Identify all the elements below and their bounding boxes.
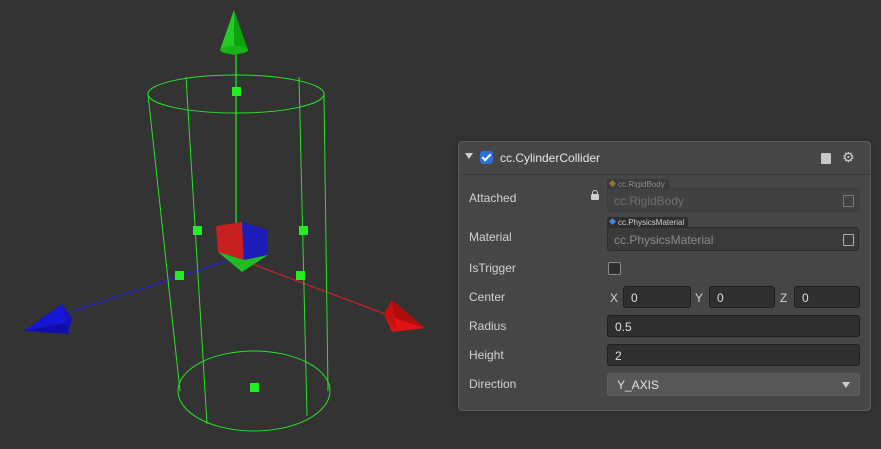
- z-axis-arrow-icon[interactable]: [24, 304, 72, 334]
- attached-label: Attached: [469, 191, 517, 205]
- component-inspector-panel: cc.CylinderCollider ⚙ Attached cc.RigidB…: [458, 141, 871, 411]
- is-trigger-checkbox[interactable]: [608, 262, 621, 275]
- help-book-icon[interactable]: [821, 153, 831, 164]
- y-axis-arrow-icon[interactable]: [220, 10, 248, 55]
- attached-value: cc.RigidBody: [614, 194, 685, 208]
- direction-value: Y_AXIS: [617, 378, 660, 392]
- center-z-input[interactable]: 0: [794, 286, 860, 308]
- radius-input[interactable]: 0.5: [607, 315, 860, 337]
- handle-left-lower: [175, 271, 184, 280]
- handle-top: [232, 87, 241, 96]
- direction-dropdown[interactable]: Y_AXIS: [607, 373, 860, 396]
- radius-label: Radius: [469, 319, 507, 333]
- center-y-input[interactable]: 0: [709, 286, 775, 308]
- handle-bottom: [250, 383, 259, 392]
- attached-field: cc.RigidBody: [607, 188, 859, 212]
- x-axis-arrow-icon[interactable]: [384, 300, 425, 332]
- material-field[interactable]: cc.PhysicsMaterial: [607, 227, 859, 251]
- direction-label: Direction: [469, 377, 517, 391]
- z-axis-line: [69, 257, 237, 313]
- material-label: Material: [469, 230, 512, 244]
- center-label: Center: [469, 290, 506, 304]
- handle-left-upper: [193, 226, 202, 235]
- lock-icon: [591, 190, 599, 202]
- center-z-label: Z: [780, 291, 788, 305]
- material-icon: [608, 217, 617, 226]
- handle-right-lower: [296, 271, 305, 280]
- collapse-arrow-icon[interactable]: [465, 153, 473, 159]
- x-axis-line: [235, 257, 389, 316]
- height-label: Height: [469, 348, 504, 362]
- center-y-label: Y: [695, 291, 704, 305]
- center-x-label: X: [610, 291, 619, 305]
- component-enabled-checkbox[interactable]: [480, 151, 493, 164]
- header-divider: [459, 174, 870, 175]
- asset-picker-icon: [843, 195, 854, 207]
- material-value: cc.PhysicsMaterial: [614, 233, 714, 247]
- height-input[interactable]: 2: [607, 344, 860, 366]
- component-header[interactable]: cc.CylinderCollider ⚙: [459, 142, 870, 174]
- center-x-input[interactable]: 0: [623, 286, 691, 308]
- rigidbody-icon: [608, 179, 617, 188]
- gear-icon[interactable]: ⚙: [842, 149, 855, 165]
- asset-picker-icon[interactable]: [843, 234, 854, 246]
- handle-right-upper: [299, 226, 308, 235]
- component-title: cc.CylinderCollider: [500, 151, 601, 165]
- is-trigger-label: IsTrigger: [469, 261, 516, 275]
- chevron-down-icon: [842, 382, 850, 388]
- gizmo-center-cube[interactable]: [216, 222, 268, 272]
